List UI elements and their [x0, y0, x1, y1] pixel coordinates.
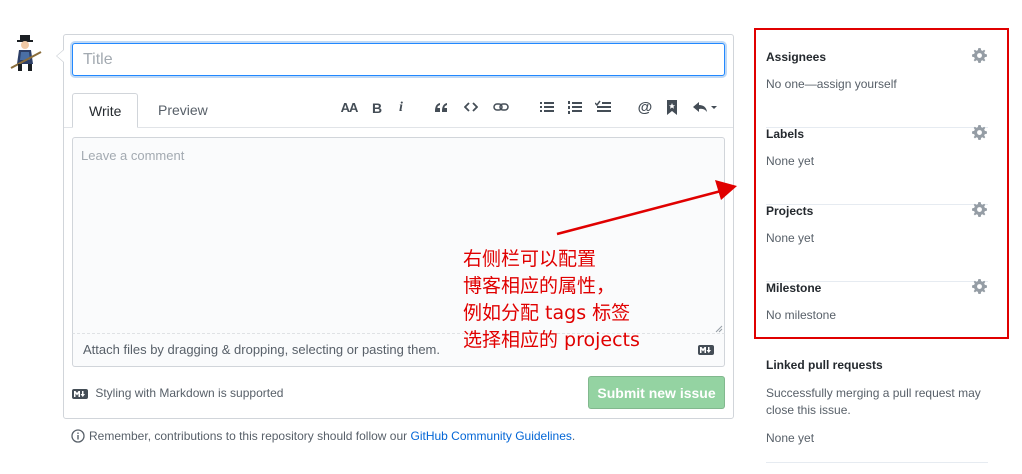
sidebar-labels: Labels None yet — [766, 125, 988, 205]
community-guidelines-link[interactable]: GitHub Community Guidelines — [411, 429, 572, 443]
annotation-arrow-icon — [556, 180, 737, 236]
assignees-gear-icon[interactable] — [972, 48, 987, 66]
task-list-button[interactable] — [592, 97, 614, 119]
link-icon — [493, 103, 509, 111]
heading-button[interactable]: AA — [338, 97, 360, 119]
saved-replies-button[interactable] — [690, 97, 720, 119]
contribution-note: Remember, contributions to this reposito… — [71, 429, 575, 443]
linked-prs-value: None yet — [766, 431, 815, 445]
ordered-list-button[interactable] — [564, 97, 586, 119]
submit-issue-button[interactable]: Submit new issue — [588, 376, 725, 409]
editor-caret — [56, 49, 64, 63]
contribution-note-text: Remember, contributions to this reposito… — [89, 429, 411, 443]
sidebar-milestone: Milestone No milestone — [766, 279, 988, 359]
assignees-title: Assignees — [766, 50, 827, 64]
unordered-list-button[interactable] — [536, 97, 558, 119]
projects-title: Projects — [766, 204, 814, 218]
bold-button[interactable]: B — [366, 97, 388, 119]
milestone-title: Milestone — [766, 281, 822, 295]
styling-hint[interactable]: Styling with Markdown is supported — [72, 385, 283, 401]
avatar[interactable] — [8, 32, 48, 74]
labels-value: None yet — [766, 154, 815, 168]
quote-icon — [435, 103, 447, 112]
annotation-note: 右侧栏可以配置 博客相应的属性， 例如分配 tags 标签 选择相应的 proj… — [463, 248, 640, 351]
linked-prs-title: Linked pull requests — [766, 358, 883, 372]
sidebar-linked-prs: Linked pull requests Successfully mergin… — [766, 358, 988, 463]
milestone-gear-icon[interactable] — [972, 279, 987, 297]
mention-button[interactable]: @ — [634, 97, 656, 119]
projects-gear-icon[interactable] — [972, 202, 987, 220]
projects-value: None yet — [766, 231, 815, 245]
quote-button[interactable] — [430, 97, 452, 119]
labels-gear-icon[interactable] — [972, 125, 987, 143]
markdown-icon — [698, 345, 714, 355]
link-button[interactable] — [490, 97, 512, 119]
styling-hint-text: Styling with Markdown is supported — [95, 386, 284, 400]
markdown-icon — [72, 388, 88, 399]
sidebar-assignees: Assignees No one—assign yourself — [766, 48, 988, 128]
bullet-list-icon — [540, 102, 554, 112]
resize-handle-icon[interactable] — [715, 325, 723, 333]
code-button[interactable] — [460, 97, 482, 119]
code-icon — [464, 102, 478, 112]
contribution-note-period: . — [571, 429, 576, 443]
tab-write[interactable]: Write — [72, 93, 139, 128]
bookmark-icon — [667, 100, 677, 115]
task-list-icon — [595, 100, 611, 112]
attach-files-text: Attach files by dragging & dropping, sel… — [83, 342, 440, 357]
italic-button[interactable]: i — [392, 97, 410, 119]
assignees-value[interactable]: No one—assign yourself — [766, 77, 897, 91]
sidebar-projects: Projects None yet — [766, 202, 988, 282]
milestone-value: No milestone — [766, 308, 837, 322]
reply-icon — [693, 102, 717, 112]
info-icon — [71, 429, 85, 443]
labels-title: Labels — [766, 127, 805, 141]
title-input[interactable] — [72, 43, 725, 76]
tab-preview[interactable]: Preview — [142, 93, 224, 128]
numbered-list-icon — [568, 101, 582, 114]
reference-button[interactable] — [662, 97, 682, 119]
linked-prs-description: Successfully merging a pull request may … — [766, 386, 981, 417]
